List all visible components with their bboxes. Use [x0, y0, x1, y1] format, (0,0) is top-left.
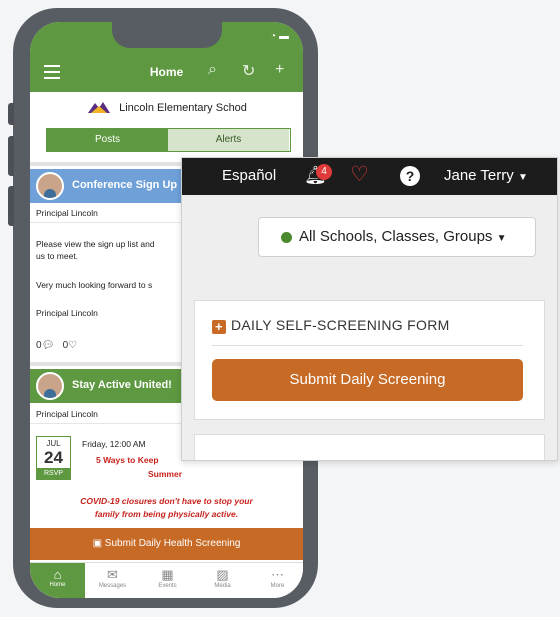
- post-reactions: 0💬︎ 0♡: [36, 340, 77, 351]
- web-portal-panel: Español 🔔︎ 4 ♡ ? Jane Terry ▼ All School…: [181, 157, 558, 461]
- document-icon: ▣: [92, 538, 103, 549]
- post-title: Stay Active United!: [72, 379, 172, 391]
- post-signature: Principal Lincoln: [36, 308, 98, 318]
- divider: [212, 345, 523, 346]
- event-month: JUL: [46, 439, 61, 448]
- tab-events[interactable]: ▦ Events: [140, 563, 195, 598]
- comment-icon[interactable]: 💬︎: [42, 340, 55, 351]
- post-body-line: Please view the sign up list and: [36, 239, 155, 249]
- event-note: COVID-19 closures don't have to stop you…: [80, 496, 253, 506]
- post-author: Principal Lincoln: [36, 409, 98, 419]
- language-toggle[interactable]: Español: [222, 167, 276, 184]
- bottom-tab-bar: ⌂ Home ✉ Messages ▦ Events ▨ Media ⋯ More: [30, 562, 303, 598]
- messages-icon: ✉: [107, 567, 118, 582]
- top-nav-bar: Español 🔔︎ 4 ♡ ? Jane Terry ▼: [182, 158, 557, 195]
- event-date-badge[interactable]: JUL 24 RSVP: [36, 436, 71, 480]
- school-logo-icon: [88, 102, 111, 113]
- caret-down-icon: ▼: [517, 172, 528, 183]
- school-filter-dropdown[interactable]: All Schools, Classes, Groups ▼: [258, 217, 536, 257]
- tab-media[interactable]: ▨ Media: [195, 563, 250, 598]
- tab-home[interactable]: ⌂ Home: [30, 563, 85, 598]
- post-author: Principal Lincoln: [36, 208, 98, 218]
- phone-volume-up-button: [8, 136, 14, 176]
- app-header: Home ⌕ ↻ +: [30, 54, 303, 92]
- avatar: [36, 372, 64, 400]
- more-icon: ⋯: [271, 567, 284, 582]
- search-icon[interactable]: ⌕: [208, 61, 217, 79]
- calendar-icon: ▦: [161, 567, 174, 582]
- event-day: 24: [44, 448, 63, 467]
- phone-mute-button: [8, 103, 14, 125]
- image-icon: ▨: [216, 567, 229, 582]
- posts-alerts-toggle: Posts Alerts: [46, 128, 291, 152]
- status-dot-icon: [281, 232, 292, 243]
- heart-icon[interactable]: ♡: [68, 340, 77, 351]
- help-icon[interactable]: ?: [400, 166, 420, 186]
- event-headline: Summer: [147, 469, 182, 479]
- phone-volume-down-button: [8, 186, 14, 226]
- next-card: [194, 434, 545, 460]
- avatar: [36, 172, 64, 200]
- submit-health-screening-button[interactable]: ▣ Submit Daily Health Screening: [30, 528, 303, 560]
- dropdown-label: All Schools, Classes, Groups: [299, 228, 493, 245]
- add-icon[interactable]: +: [275, 61, 284, 79]
- rsvp-button[interactable]: RSVP: [37, 468, 70, 479]
- user-name: Jane Terry: [444, 167, 514, 184]
- heart-icon[interactable]: ♡: [350, 162, 369, 187]
- self-screening-card: + DAILY SELF-SCREENING FORM Submit Daily …: [194, 300, 545, 420]
- event-note: family from being physically active.: [94, 509, 239, 519]
- header-title: Home: [149, 65, 184, 79]
- post-body-line: Very much looking forward to s: [36, 280, 153, 290]
- refresh-icon[interactable]: ↻: [242, 61, 255, 81]
- event-time: Friday, 12:00 AM: [82, 439, 146, 449]
- notification-badge: 4: [316, 164, 332, 180]
- card-title: DAILY SELF-SCREENING FORM: [231, 317, 450, 333]
- submit-daily-screening-button[interactable]: Submit Daily Screening: [212, 359, 523, 401]
- tab-messages[interactable]: ✉ Messages: [85, 563, 140, 598]
- plus-icon[interactable]: +: [212, 320, 226, 334]
- school-header: Lincoln Elementary Schod: [30, 100, 303, 122]
- screening-bar-label: Submit Daily Health Screening: [104, 538, 241, 549]
- user-menu[interactable]: Jane Terry ▼: [444, 167, 528, 184]
- tab-more[interactable]: ⋯ More: [250, 563, 303, 598]
- school-name: Lincoln Elementary Schod: [119, 101, 247, 114]
- home-icon: ⌂: [53, 567, 62, 582]
- tab-posts[interactable]: Posts: [47, 129, 168, 151]
- tab-alerts[interactable]: Alerts: [168, 129, 289, 151]
- wifi-battery-icon: ◔ ▬: [270, 31, 289, 42]
- phone-notch: [112, 22, 222, 48]
- post-body-line: us to meet.: [36, 251, 79, 261]
- post-title: Conference Sign Up: [72, 179, 178, 191]
- caret-down-icon: ▼: [496, 233, 507, 244]
